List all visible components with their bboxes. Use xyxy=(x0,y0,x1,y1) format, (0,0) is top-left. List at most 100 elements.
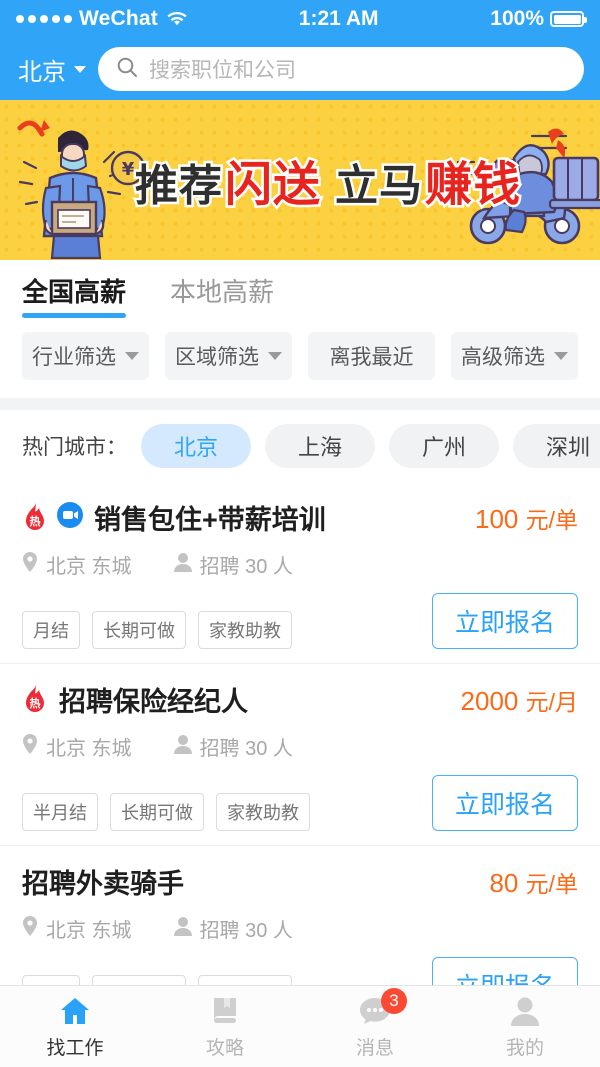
job-price-amount: 80 xyxy=(489,867,519,898)
video-icon xyxy=(57,502,83,533)
city-chip-guangzhou[interactable]: 广州 xyxy=(389,424,499,468)
apply-button[interactable]: 立即报名 xyxy=(431,957,578,985)
job-tags: 月结 长期可做 家教助教 xyxy=(22,611,292,649)
hot-flame-icon: 热 xyxy=(22,500,48,535)
job-price: 2000 元/月 xyxy=(461,683,578,717)
job-title: 招聘外卖骑手 xyxy=(22,869,184,899)
job-price: 100 元/单 xyxy=(475,501,578,535)
job-price-amount: 100 xyxy=(474,503,519,534)
search-icon xyxy=(116,56,138,83)
signal-dots-icon xyxy=(16,15,72,23)
status-bar-time: 1:21 AM xyxy=(298,7,379,30)
section-divider xyxy=(0,398,600,410)
job-tag: 月结 xyxy=(22,975,80,985)
location-pin-icon xyxy=(22,551,38,578)
job-card-footer: 月结 长期可做 家教助教 立即报名 xyxy=(22,593,578,649)
tab-local-high-salary[interactable]: 本地高薪 xyxy=(170,272,274,318)
job-location: 北京 东城 xyxy=(46,738,132,760)
job-meta: 北京 东城 招聘 30 人 xyxy=(22,550,578,579)
home-icon xyxy=(57,994,93,1028)
job-location: 北京 东城 xyxy=(46,556,132,578)
app-root: WeChat 1:21 AM 100% 北京 搜索职位和公司 ¥ 推荐 闪送 立… xyxy=(0,0,600,1067)
status-bar-left: WeChat xyxy=(16,7,187,31)
nav-item-jobs[interactable]: 找工作 xyxy=(0,986,150,1067)
job-tag: 家教助教 xyxy=(198,611,292,649)
location-pin-icon xyxy=(22,733,38,760)
city-selector[interactable]: 北京 xyxy=(18,52,86,87)
svg-text:¥: ¥ xyxy=(122,159,135,180)
search-placeholder: 搜索职位和公司 xyxy=(149,59,296,82)
job-card-header: 热 招聘保险经纪人 2000 元/月 xyxy=(22,680,578,719)
job-recruit-count: 招聘 30 人 xyxy=(199,920,293,942)
banner-text-part-3: 立马 xyxy=(333,159,425,214)
battery-icon xyxy=(550,11,587,27)
filter-advanced[interactable]: 高级筛选 xyxy=(451,332,578,380)
filter-nearest-label: 离我最近 xyxy=(329,346,414,369)
table-row[interactable]: 热 招聘保险经纪人 2000 元/月 北京 东城 招聘 30 人 半月结 长期可… xyxy=(0,664,600,846)
job-badges: 热 xyxy=(22,682,48,717)
job-location: 北京 东城 xyxy=(46,920,132,942)
svg-text:热: 热 xyxy=(30,696,41,710)
filter-region-label: 区域筛选 xyxy=(175,346,259,369)
chat-icon: 3 xyxy=(357,987,407,1028)
job-tags: 月结 长期可做 家教助教 xyxy=(22,975,292,985)
filter-nearest[interactable]: 离我最近 xyxy=(308,332,435,380)
banner-text-part-2: 闪送 xyxy=(223,155,323,215)
city-chip-shanghai[interactable]: 上海 xyxy=(265,424,375,468)
job-badges: 热 xyxy=(22,500,83,535)
book-icon xyxy=(207,994,243,1028)
job-tag: 长期可做 xyxy=(110,793,204,831)
table-row[interactable]: 招聘外卖骑手 80 元/单 北京 东城 招聘 30 人 月结 长期可做 家教助教 xyxy=(0,846,600,985)
nav-label: 找工作 xyxy=(46,1037,104,1059)
job-tag: 长期可做 xyxy=(92,611,186,649)
person-icon xyxy=(173,734,192,760)
person-icon xyxy=(173,916,192,942)
banner-text-part-1: 推荐 xyxy=(133,159,225,214)
nav-item-messages[interactable]: 3 消息 xyxy=(300,986,450,1067)
city-chip-shenzhen[interactable]: 深圳 xyxy=(513,424,600,468)
hot-cities-label: 热门城市： xyxy=(22,436,127,459)
job-tag: 家教助教 xyxy=(198,975,292,985)
job-card-footer: 月结 长期可做 家教助教 立即报名 xyxy=(22,957,578,985)
filter-industry[interactable]: 行业筛选 xyxy=(22,332,149,380)
tab-bar: 全国高薪 本地高薪 xyxy=(0,260,600,318)
hot-cities-list: 北京 上海 广州 深圳 xyxy=(141,424,600,468)
carrier-label: WeChat xyxy=(79,7,158,30)
banner-text-part-4: 赚钱 xyxy=(423,155,523,215)
filter-region[interactable]: 区域筛选 xyxy=(165,332,292,380)
filter-panel: 全国高薪 本地高薪 行业筛选 区域筛选 离我最近 高级筛选 xyxy=(0,260,600,398)
nav-label: 我的 xyxy=(505,1037,544,1059)
job-price-unit: 元/单 xyxy=(525,870,578,897)
job-title: 招聘保险经纪人 xyxy=(59,687,248,717)
job-price-unit: 元/月 xyxy=(525,688,578,715)
apply-button[interactable]: 立即报名 xyxy=(431,593,578,649)
job-list: 热 销售包住+带薪培训 100 元/单 北京 东城 招聘 30 人 月结 长期可… xyxy=(0,482,600,985)
search-input[interactable]: 搜索职位和公司 xyxy=(98,47,584,91)
job-recruit-count: 招聘 30 人 xyxy=(199,556,293,578)
promo-banner[interactable]: ¥ 推荐 闪送 立马 赚钱 xyxy=(0,100,600,260)
job-tag: 半月结 xyxy=(22,793,98,831)
job-title: 销售包住+带薪培训 xyxy=(94,505,326,535)
search-header: 北京 搜索职位和公司 xyxy=(0,38,600,100)
bottom-nav: 找工作 攻略 3 消息 我的 xyxy=(0,985,600,1067)
job-card-footer: 半月结 长期可做 家教助教 立即报名 xyxy=(22,775,578,831)
hot-flame-icon: 热 xyxy=(22,682,48,717)
job-tag: 长期可做 xyxy=(92,975,186,985)
nav-label: 攻略 xyxy=(205,1037,244,1059)
table-row[interactable]: 热 销售包住+带薪培训 100 元/单 北京 东城 招聘 30 人 月结 长期可… xyxy=(0,482,600,664)
nav-item-guide[interactable]: 攻略 xyxy=(150,986,300,1067)
city-chip-beijing[interactable]: 北京 xyxy=(141,424,251,468)
nav-label: 消息 xyxy=(355,1037,394,1059)
job-card-header: 热 销售包住+带薪培训 100 元/单 xyxy=(22,498,578,537)
battery-percent-label: 100% xyxy=(490,7,544,30)
apply-button[interactable]: 立即报名 xyxy=(431,775,578,831)
job-meta: 北京 东城 招聘 30 人 xyxy=(22,914,578,943)
chevron-down-icon xyxy=(125,352,139,360)
city-label: 北京 xyxy=(18,58,66,86)
nav-item-profile[interactable]: 我的 xyxy=(450,986,600,1067)
tab-national-high-salary[interactable]: 全国高薪 xyxy=(22,272,127,318)
job-tag: 月结 xyxy=(22,611,80,649)
job-price-amount: 2000 xyxy=(460,685,519,716)
job-meta: 北京 东城 招聘 30 人 xyxy=(22,732,578,761)
job-price-unit: 元/单 xyxy=(525,506,578,533)
